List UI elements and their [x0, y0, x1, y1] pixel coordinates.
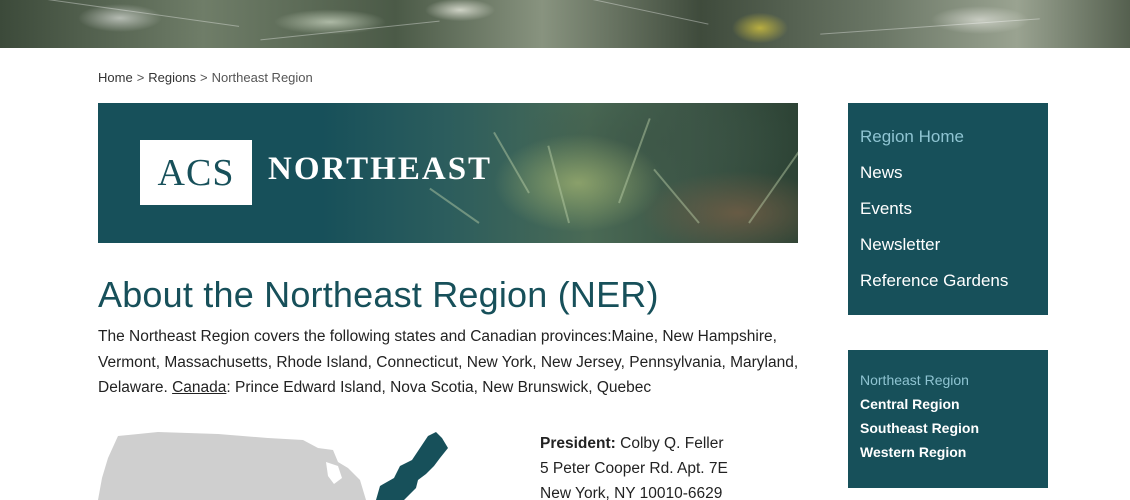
sidebar-item-events[interactable]: Events	[860, 199, 912, 219]
intro-text-provinces: : Prince Edward Island, Nova Scotia, New…	[226, 379, 652, 396]
region-item-southeast[interactable]: Southeast Region	[860, 420, 979, 436]
president-address-line2: New York, NY 10010-6629	[540, 485, 723, 500]
region-banner: ACS NORTHEAST	[98, 103, 798, 243]
page-title: About the Northeast Region (NER)	[98, 274, 659, 315]
breadcrumb-regions-link[interactable]: Regions	[148, 70, 196, 85]
region-item-northeast[interactable]: Northeast Region	[860, 372, 969, 388]
canada-link[interactable]: Canada	[172, 379, 226, 396]
region-map	[98, 432, 448, 500]
page: Home > Regions > Northeast Region ACS NORTHE…	[0, 0, 1130, 500]
president-address-line1: 5 Peter Cooper Rd. Apt. 7E	[540, 460, 728, 477]
breadcrumb-home-link[interactable]: Home	[98, 70, 133, 85]
president-name: Colby Q. Feller	[620, 435, 724, 452]
sidebar-item-news[interactable]: News	[860, 163, 903, 183]
us-map-shape	[98, 432, 366, 500]
region-intro: The Northeast Region covers the followin…	[98, 324, 808, 401]
acs-logo[interactable]: ACS	[140, 140, 252, 205]
region-sidebar-nav: Region Home News Events Newsletter Refer…	[848, 103, 1048, 315]
sidebar-item-reference-gardens[interactable]: Reference Gardens	[860, 271, 1008, 291]
northeast-region-shape	[376, 432, 448, 500]
president-contact: President: Colby Q. Feller 5 Peter Coope…	[540, 431, 728, 500]
president-label: President:	[540, 435, 616, 452]
header-photo	[0, 0, 1130, 48]
sidebar-item-newsletter[interactable]: Newsletter	[860, 235, 940, 255]
banner-wordmark: NORTHEAST	[268, 151, 493, 187]
breadcrumb-separator: >	[136, 70, 145, 85]
sidebar-item-region-home[interactable]: Region Home	[860, 127, 964, 147]
region-item-central[interactable]: Central Region	[860, 396, 960, 412]
regions-nav: Northeast Region Central Region Southeas…	[848, 350, 1048, 488]
region-item-western[interactable]: Western Region	[860, 444, 966, 460]
acs-logo-text: ACS	[157, 151, 235, 194]
breadcrumb-separator: >	[199, 70, 208, 85]
breadcrumb: Home > Regions > Northeast Region	[98, 70, 313, 85]
breadcrumb-current: Northeast Region	[211, 70, 313, 85]
